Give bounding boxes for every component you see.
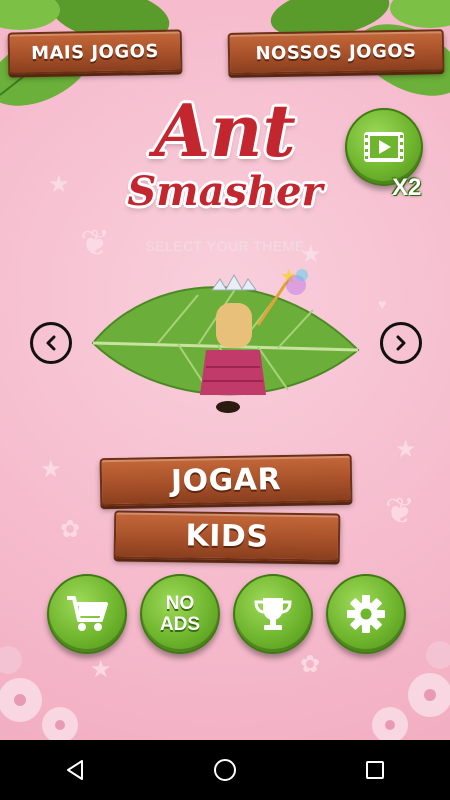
our-games-label: NOSSOS JOGOS (255, 40, 417, 64)
flower-decoration: ✿ (300, 651, 321, 678)
system-navigation-bar (0, 740, 450, 800)
our-games-button[interactable]: NOSSOS JOGOS (227, 29, 445, 75)
shop-button[interactable] (47, 574, 127, 654)
trophy-icon (254, 598, 292, 630)
play-button[interactable]: JOGAR (99, 453, 353, 507)
theme-preview-leaf-princess[interactable]: ★ (88, 255, 363, 420)
video-film-icon (364, 132, 404, 162)
recents-button[interactable] (345, 740, 405, 800)
kids-label: KIDS (185, 517, 269, 555)
back-button[interactable] (45, 740, 105, 800)
no-ads-label: NO ADS (159, 593, 201, 635)
recents-square-icon (366, 761, 384, 779)
chevron-left-icon (46, 335, 56, 351)
settings-button[interactable] (326, 574, 406, 654)
more-games-button[interactable]: MAIS JOGOS (7, 29, 183, 75)
flowers-bottom-left (0, 646, 78, 740)
back-triangle-icon (67, 760, 83, 780)
chevron-right-icon (396, 335, 406, 351)
home-button[interactable] (195, 740, 255, 800)
star-decoration: ★ (40, 456, 62, 483)
butterfly-decoration: ❦ (385, 490, 416, 531)
kids-button[interactable]: KIDS (113, 510, 341, 562)
cart-icon (67, 596, 108, 631)
no-ads-button[interactable]: NO ADS (140, 574, 220, 654)
theme-prompt: SELECT YOUR THEME (145, 238, 305, 254)
play-label: JOGAR (170, 461, 282, 499)
next-theme-button[interactable] (380, 322, 422, 364)
heart-decoration: ♥ (378, 296, 387, 312)
star-decoration: ★ (395, 436, 417, 463)
leaderboard-button[interactable] (233, 574, 313, 654)
previous-theme-button[interactable] (30, 322, 72, 364)
reward-multiplier-label: X2 (392, 174, 422, 201)
more-games-label: MAIS JOGOS (30, 40, 160, 64)
gear-icon (347, 595, 385, 633)
flower-decoration: ✿ (60, 516, 81, 543)
home-circle-icon (214, 759, 236, 781)
flowers-bottom-right (372, 641, 450, 740)
